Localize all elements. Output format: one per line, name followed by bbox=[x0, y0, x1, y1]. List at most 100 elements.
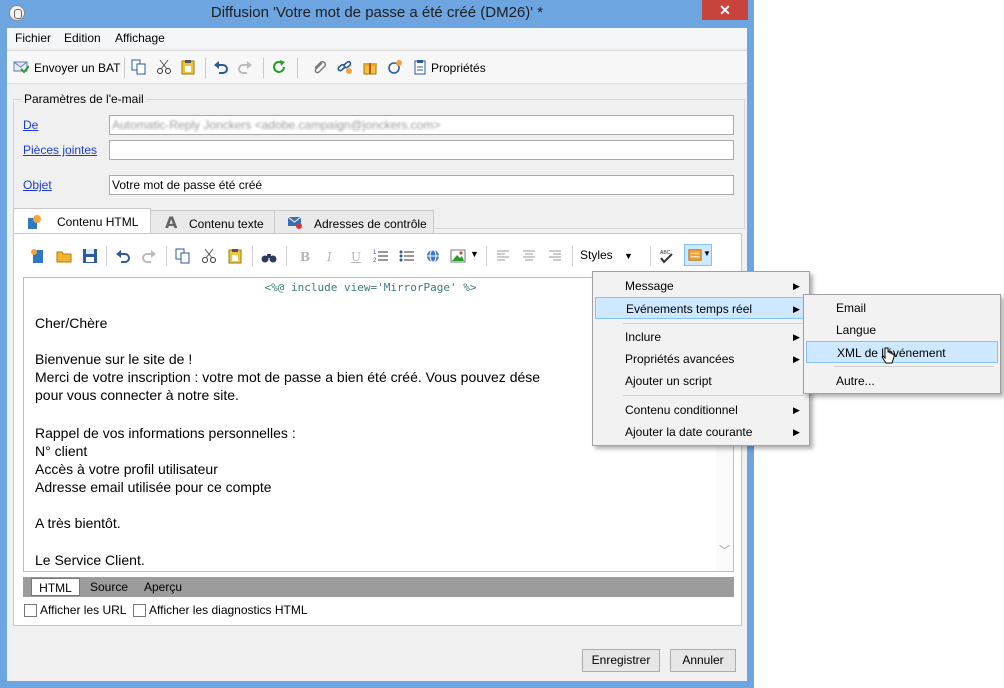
styles-chevron-down-icon: ▼ bbox=[624, 251, 633, 261]
editor-line: Accès à votre profil utilisateur bbox=[35, 461, 218, 477]
paste-icon[interactable] bbox=[180, 59, 196, 75]
undo-icon[interactable] bbox=[213, 59, 229, 75]
submenu-item-email[interactable]: Email bbox=[806, 297, 998, 319]
submenu-arrow-icon: ▶ bbox=[793, 304, 800, 314]
new-document-icon[interactable] bbox=[30, 248, 46, 264]
properties-button[interactable]: Propriétés bbox=[431, 61, 486, 75]
attachments-link[interactable]: Pièces jointes bbox=[23, 143, 97, 157]
subject-field[interactable]: Votre mot de passe été créé bbox=[109, 175, 734, 195]
underline-button[interactable]: U bbox=[351, 250, 361, 264]
bold-button[interactable]: B bbox=[300, 250, 310, 264]
text-content-icon: A bbox=[165, 214, 178, 230]
gift-icon[interactable] bbox=[362, 59, 378, 75]
editor-undo-icon[interactable] bbox=[115, 248, 131, 264]
realtime-events-submenu: Email Langue XML de l'événement Autre... bbox=[803, 294, 1001, 394]
control-addresses-icon bbox=[287, 216, 302, 229]
cut-icon[interactable] bbox=[156, 59, 172, 75]
submenu-arrow-icon: ▶ bbox=[793, 405, 800, 415]
attachment-icon[interactable] bbox=[311, 59, 327, 75]
submenu-arrow-icon: ▶ bbox=[793, 332, 800, 342]
tab-preview[interactable]: Aperçu bbox=[138, 578, 188, 596]
menu-item-include[interactable]: Inclure ▶ bbox=[595, 326, 807, 348]
editor-mode-tabs: HTML Source Aperçu bbox=[23, 577, 734, 597]
tab-html-content[interactable]: Contenu HTML bbox=[13, 208, 151, 234]
align-left-icon[interactable] bbox=[495, 248, 511, 264]
tab-control-addresses[interactable]: Adresses de contrôle bbox=[274, 210, 434, 234]
align-center-icon[interactable] bbox=[521, 248, 537, 264]
submenu-item-other[interactable]: Autre... bbox=[806, 370, 998, 392]
personalization-chevron-down-icon: ▼ bbox=[703, 249, 711, 258]
menu-item-advanced-properties[interactable]: Propriétés avancées ▶ bbox=[595, 348, 807, 370]
menu-affichage[interactable]: Affichage bbox=[115, 31, 165, 45]
menu-item-add-current-date[interactable]: Ajouter la date courante ▶ bbox=[595, 421, 807, 443]
tab-html[interactable]: HTML bbox=[31, 578, 80, 596]
italic-button[interactable]: I bbox=[327, 250, 332, 264]
title-bar[interactable]: Diffusion 'Votre mot de passe a été créé… bbox=[0, 0, 754, 28]
bullet-list-icon[interactable] bbox=[399, 248, 415, 264]
html-content-icon bbox=[28, 215, 41, 229]
tab-text-content[interactable]: A Contenu texte bbox=[150, 210, 275, 234]
editor-line: pour vous connecter à notre site. bbox=[35, 387, 239, 403]
editor-line: N° client bbox=[35, 443, 88, 459]
personalization-context-menu: Message ▶ Evénements temps réel ▶ Inclur… bbox=[592, 271, 810, 446]
window-title: Diffusion 'Votre mot de passe a été créé… bbox=[210, 4, 544, 21]
align-right-icon[interactable] bbox=[547, 248, 563, 264]
from-field[interactable]: Automatic-Reply Jonckers <adobe.campaign… bbox=[109, 115, 734, 135]
submenu-item-language[interactable]: Langue bbox=[806, 319, 998, 341]
open-folder-icon[interactable] bbox=[56, 248, 72, 264]
send-proof-icon[interactable] bbox=[13, 59, 29, 75]
send-bat-button[interactable]: Envoyer un BAT bbox=[34, 61, 120, 75]
spellcheck-icon[interactable]: ABC bbox=[658, 248, 674, 264]
editor-paste-icon[interactable] bbox=[227, 248, 243, 264]
svg-text:2: 2 bbox=[373, 258, 377, 264]
editor-line: Cher/Chère bbox=[35, 315, 108, 331]
mouse-cursor-icon bbox=[881, 347, 895, 364]
editor-cut-icon[interactable] bbox=[201, 248, 217, 264]
menu-fichier[interactable]: Fichier bbox=[15, 31, 51, 45]
numbered-list-icon[interactable]: 12 bbox=[373, 248, 389, 264]
redo-icon[interactable] bbox=[237, 59, 253, 75]
refresh-icon[interactable] bbox=[271, 59, 287, 75]
main-toolbar: Envoyer un BAT Propriétés bbox=[7, 50, 747, 84]
menu-item-conditional-content[interactable]: Contenu conditionnel ▶ bbox=[595, 399, 807, 421]
styles-dropdown[interactable]: Styles ▼ bbox=[580, 248, 633, 262]
editor-line: Le Service Client. bbox=[35, 552, 145, 568]
submenu-arrow-icon: ▶ bbox=[793, 427, 800, 437]
menu-item-add-script[interactable]: Ajouter un script bbox=[595, 370, 807, 392]
personalization-icon bbox=[688, 249, 702, 261]
cancel-button[interactable]: Annuler bbox=[670, 649, 736, 672]
editor-copy-icon[interactable] bbox=[175, 248, 191, 264]
scroll-down-icon[interactable]: ﹀ bbox=[719, 542, 730, 558]
from-value: Automatic-Reply Jonckers <adobe.campaign… bbox=[112, 118, 441, 132]
attachments-field[interactable] bbox=[109, 140, 734, 160]
find-binoculars-icon[interactable] bbox=[261, 248, 277, 264]
styles-label: Styles bbox=[580, 248, 613, 262]
svg-text:ABC: ABC bbox=[660, 250, 671, 256]
menu-edition[interactable]: Edition bbox=[64, 31, 101, 45]
link-icon[interactable] bbox=[337, 59, 353, 75]
svg-text:1: 1 bbox=[373, 250, 377, 256]
save-icon[interactable] bbox=[82, 248, 98, 264]
close-button[interactable]: ✕ bbox=[702, 0, 748, 20]
image-icon[interactable] bbox=[450, 248, 466, 264]
menu-bar: Fichier Edition Affichage bbox=[7, 28, 747, 48]
menu-item-message[interactable]: Message ▶ bbox=[595, 275, 807, 297]
submenu-item-event-xml[interactable]: XML de l'événement bbox=[806, 341, 998, 363]
editor-line: Rappel de vos informations personnelles … bbox=[35, 425, 296, 441]
personalization-button[interactable]: ▼ bbox=[684, 244, 712, 266]
editor-redo-icon[interactable] bbox=[141, 248, 157, 264]
properties-icon[interactable] bbox=[412, 59, 428, 75]
subject-link[interactable]: Objet bbox=[23, 178, 52, 192]
hyperlink-icon[interactable] bbox=[425, 248, 441, 264]
submenu-arrow-icon: ▶ bbox=[793, 281, 800, 291]
tracking-icon[interactable] bbox=[387, 59, 403, 75]
submenu-arrow-icon: ▶ bbox=[793, 354, 800, 364]
image-dropdown-icon[interactable]: ▼ bbox=[470, 249, 479, 259]
copy-icon[interactable] bbox=[131, 59, 147, 75]
save-button[interactable]: Enregistrer bbox=[582, 649, 660, 672]
editor-line: Bienvenue sur le site de ! bbox=[35, 351, 193, 367]
from-link[interactable]: De bbox=[23, 118, 38, 132]
menu-item-realtime-events[interactable]: Evénements temps réel ▶ bbox=[595, 297, 807, 319]
tab-source[interactable]: Source bbox=[84, 578, 134, 596]
editor-line: Merci de votre inscription : votre mot d… bbox=[35, 369, 541, 385]
